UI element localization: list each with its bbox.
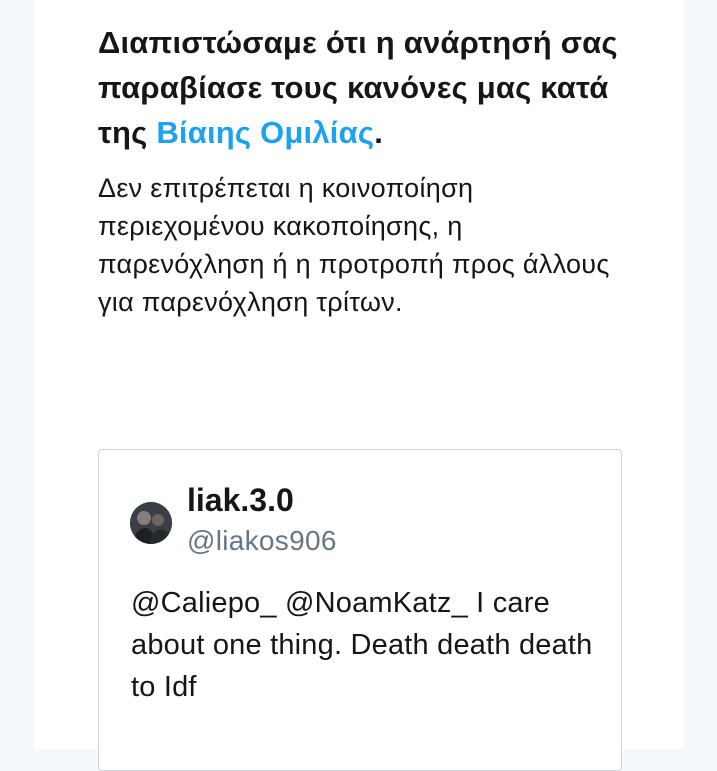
avatar[interactable] xyxy=(130,502,172,544)
tweet-author-handle[interactable]: @liakos906 xyxy=(187,523,337,559)
headline-period: . xyxy=(374,115,384,150)
violation-description: Δεν επιτρέπεται η κοινοποίηση περιεχομέν… xyxy=(98,173,610,317)
violent-speech-policy-link[interactable]: Βίαιης Ομιλίας xyxy=(156,115,374,150)
tweet-author-name[interactable]: liak.3.0 xyxy=(187,481,294,519)
reported-tweet-card[interactable]: liak.3.0 @liakos906 @Caliepo_ @NoamKatz_… xyxy=(98,449,622,771)
violation-headline: Διαπιστώσαμε ότι η ανάρτησή σας παραβίασ… xyxy=(98,20,638,155)
notice-content: Διαπιστώσαμε ότι η ανάρτησή σας παραβίασ… xyxy=(98,20,638,321)
avatar-image-icon xyxy=(130,502,172,544)
tweet-text: @Caliepo_ @NoamKatz_ I care about one th… xyxy=(131,587,593,703)
